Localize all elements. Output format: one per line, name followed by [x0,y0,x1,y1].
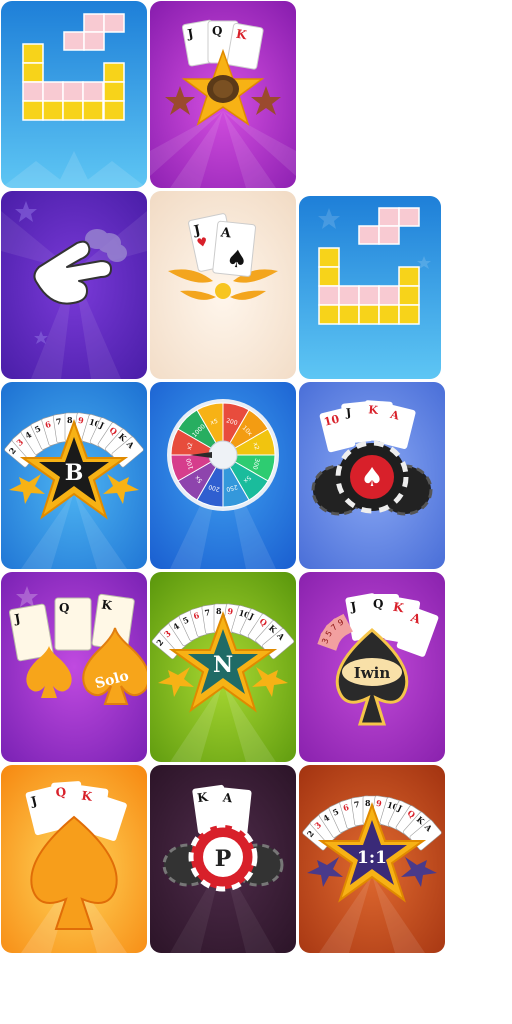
tile-label: N [213,652,233,678]
iwin-spade-icon: J Q K A 3579 Iwin [299,572,445,762]
fan-card-rank: 8 [67,415,73,425]
turtle-star-icon: J Q K [150,1,296,188]
fan-card-rank: 8 [216,606,222,616]
card-rank: Q [373,597,383,611]
blackjack-tile[interactable]: J ♥ A ♠ [150,191,296,379]
poker-chips-tile[interactable]: 10 J K A ♠ [299,382,445,569]
blackjack-cards-icon: J♥ A♠ [150,191,296,379]
solo-tile[interactable]: J Q K Solo [1,572,147,762]
card-suit: ♠ [360,463,383,493]
poker-chips-icon: 10 J K A ♠ [299,382,445,569]
orange-spade-icon: J Q K [1,765,147,953]
lucky-wheel-tile[interactable]: 200 10x x2 300 5x 250 200 5x 100 x2 1000 x5 [150,382,296,569]
poker-p-tile[interactable]: K A P [150,765,296,953]
block-puzzle-icon [299,196,441,379]
card-rank: Q [55,785,66,800]
fan-card-rank: 8 [365,798,371,808]
tile-label: P [215,846,232,872]
block-puzzle-tile[interactable] [1,1,147,188]
star-1v1-icon: 2345 6 7 8 9 10J QKA 1:1 [299,765,445,953]
tien-len-b-tile[interactable]: 2 3 4 5 6 7 8 9 10 J Q K A B [1,382,147,569]
card-rank: Q [212,24,222,38]
victory-hand-icon [1,191,147,379]
turtle-star-tile[interactable]: J Q K [150,1,296,188]
card-suit: ♠ [225,244,249,274]
block-puzzle-icon [1,1,147,188]
tile-label: Iwin [354,664,391,682]
hand-game-tile[interactable] [1,191,147,379]
star-n-icon: 2345 6 7 8 9 10J QKA N [150,572,296,762]
tile-label: B [65,460,84,486]
tien-len-n-tile[interactable]: 2 3 4 5 6 7 8 9 10 J Q K A N [150,572,296,762]
star-b-icon: 2345 6 7 8 9 10J QKA B [1,382,147,569]
card-rank: Q [59,601,69,615]
lucky-wheel-icon: 20010xx23005x2502005x100x21000x5 [150,382,296,569]
poker-chip-p-icon: K A P [150,765,296,953]
tile-label: 1:1 [357,848,387,868]
solo-spade-icon: J Q K Solo [1,572,147,762]
one-vs-one-tile[interactable]: 2 3 4 5 6 7 8 9 10 J Q K A 1:1 [299,765,445,953]
block-puzzle-tile-2[interactable] [299,196,441,379]
orange-spade-tile[interactable]: J Q K [1,765,147,953]
card-rank: K [368,403,379,417]
iwin-tile[interactable]: J Q K A 3579 Iwin [299,572,445,762]
